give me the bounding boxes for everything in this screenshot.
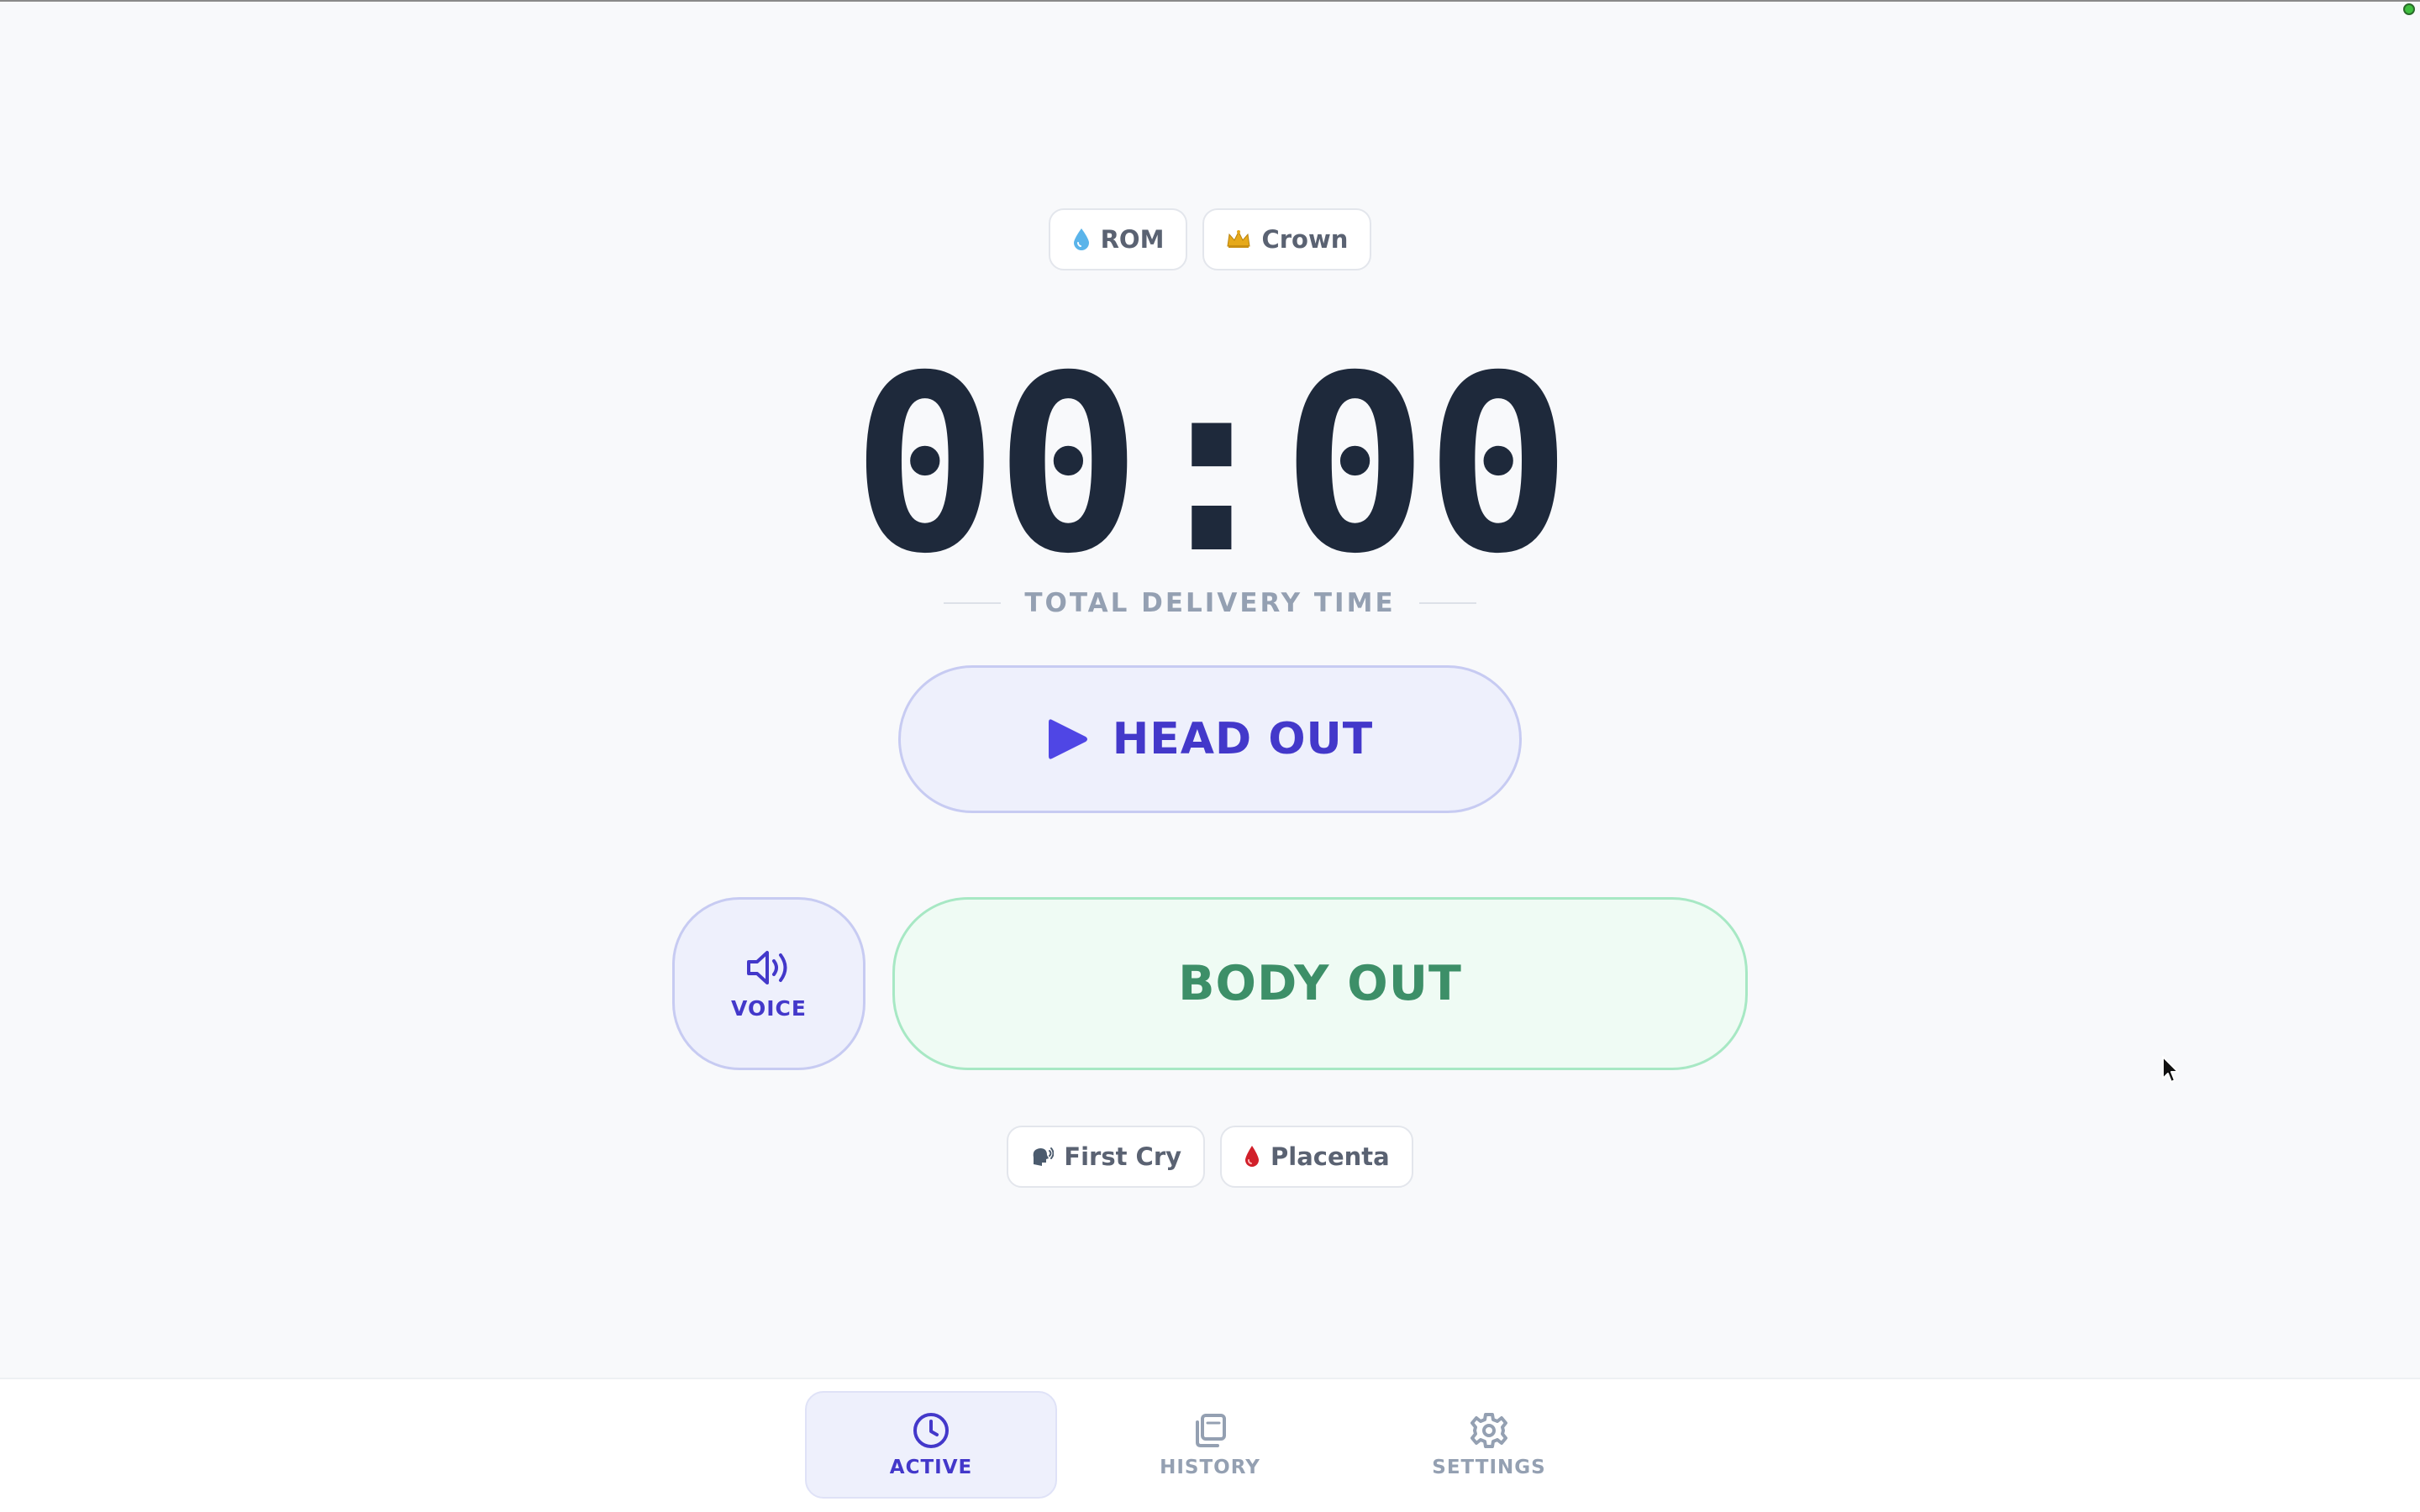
voice-button[interactable]: VOICE (672, 897, 865, 1070)
timer-caption: TOTAL DELIVERY TIME (1024, 588, 1396, 618)
clock-icon (912, 1411, 950, 1450)
status-indicator-dot (2403, 3, 2415, 15)
mouse-cursor-icon (2161, 1055, 2181, 1089)
nav-tab-active[interactable]: ACTIVE (805, 1391, 1057, 1499)
speaker-icon (745, 948, 792, 991)
timer-caption-row: TOTAL DELIVERY TIME (0, 588, 2420, 618)
first-cry-chip-label: First Cry (1064, 1142, 1182, 1171)
body-out-button[interactable]: BODY OUT (892, 897, 1748, 1070)
voice-label: VOICE (731, 995, 807, 1021)
play-icon (1047, 717, 1089, 762)
gear-icon (1470, 1411, 1508, 1450)
first-cry-chip[interactable]: First Cry (1007, 1126, 1206, 1188)
crown-chip-label: Crown (1261, 225, 1349, 254)
window-top-border (0, 0, 2420, 2)
rom-chip-label: ROM (1100, 225, 1165, 254)
speaking-head-icon (1030, 1146, 1055, 1168)
top-event-chips: ROM Crown (0, 208, 2420, 270)
placenta-chip[interactable]: Placenta (1220, 1126, 1413, 1188)
caption-divider-right (1418, 602, 1476, 604)
droplet-icon (1072, 228, 1091, 251)
rom-chip[interactable]: ROM (1048, 208, 1188, 270)
bottom-nav-bar: ACTIVE HISTORY SETTINGS (0, 1378, 2420, 1512)
body-out-label: BODY OUT (1178, 956, 1462, 1011)
blood-drop-icon (1244, 1145, 1260, 1168)
bottom-event-chips: First Cry Placenta (0, 1126, 2420, 1188)
nav-tab-settings-label: SETTINGS (1432, 1457, 1546, 1478)
nav-tab-history-label: HISTORY (1160, 1457, 1260, 1478)
history-icon (1191, 1411, 1229, 1450)
nav-tab-history[interactable]: HISTORY (1084, 1391, 1336, 1499)
head-out-button[interactable]: HEAD OUT (898, 665, 1522, 813)
crown-icon (1226, 229, 1251, 249)
delivery-timer: 00:00 (851, 324, 1572, 607)
head-out-label: HEAD OUT (1112, 714, 1374, 764)
caption-divider-left (944, 602, 1002, 604)
placenta-chip-label: Placenta (1270, 1142, 1390, 1171)
nav-tab-settings[interactable]: SETTINGS (1363, 1391, 1615, 1499)
app-root: ROM Crown 00:00 TOTAL DELIVERY TIME HEAD (0, 0, 2420, 1512)
crown-chip[interactable]: Crown (1202, 208, 1372, 270)
nav-tab-active-label: ACTIVE (889, 1457, 973, 1478)
